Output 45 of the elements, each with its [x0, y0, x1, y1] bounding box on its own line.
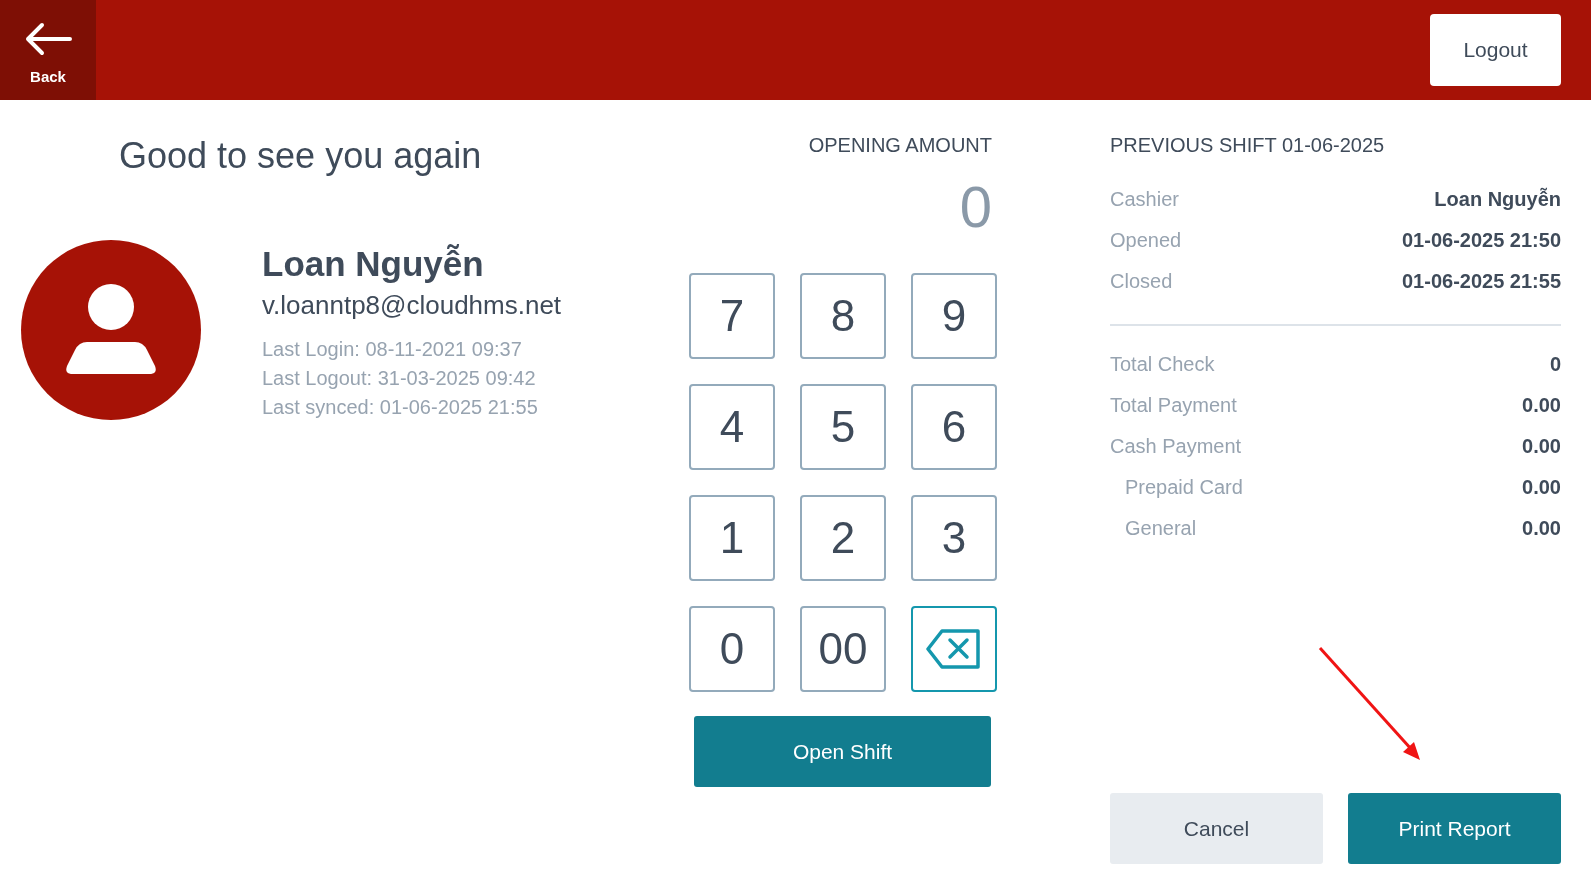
previous-shift-title: PREVIOUS SHIFT 01-06-2025 — [1110, 134, 1386, 157]
keypad-key[interactable]: 00 — [800, 606, 886, 692]
row-value: 01-06-2025 21:50 — [1402, 229, 1561, 252]
user-name: Loan Nguyễn — [262, 244, 485, 284]
keypad-key[interactable]: 4 — [689, 384, 775, 470]
row-label: Total Payment — [1110, 394, 1237, 417]
greeting-heading: Good to see you again — [119, 135, 483, 177]
login-detail: Last Logout: 31-03-2025 09:42 — [262, 366, 537, 391]
row-label: Prepaid Card — [1124, 476, 1243, 499]
user-email: v.loanntp8@cloudhms.net — [262, 290, 562, 321]
keypad-key[interactable]: 8 — [800, 273, 886, 359]
opening-amount-label: OPENING AMOUNT — [808, 134, 992, 157]
login-detail: Last Login: 08-11-2021 09:37 — [262, 337, 523, 362]
keypad-key[interactable]: 9 — [911, 273, 997, 359]
row-value: 0.00 — [1522, 435, 1561, 458]
cancel-button[interactable]: Cancel — [1110, 793, 1323, 864]
row-label: General — [1124, 517, 1197, 540]
row-value: 0 — [1549, 353, 1561, 376]
keypad-key[interactable]: 0 — [689, 606, 775, 692]
back-arrow-icon — [24, 21, 72, 56]
login-detail: Last synced: 01-06-2025 21:55 — [262, 395, 539, 420]
opening-amount-value: 0 — [959, 175, 992, 239]
keypad-key[interactable]: 7 — [689, 273, 775, 359]
logout-button[interactable]: Logout — [1430, 14, 1561, 86]
keypad-key[interactable]: 1 — [689, 495, 775, 581]
backspace-key[interactable] — [911, 606, 997, 692]
back-button[interactable]: Back — [0, 0, 96, 100]
backspace-icon — [926, 629, 982, 669]
print-report-button[interactable]: Print Report — [1348, 793, 1561, 864]
keypad-key[interactable]: 3 — [911, 495, 997, 581]
row-value: Loan Nguyễn — [1434, 188, 1561, 211]
keypad-key[interactable]: 6 — [911, 384, 997, 470]
row-label: Cashier — [1110, 188, 1179, 211]
keypad-key[interactable]: 2 — [800, 495, 886, 581]
row-value: 0.00 — [1522, 394, 1561, 417]
row-label: Closed — [1110, 270, 1173, 293]
row-label: Cash Payment — [1110, 435, 1242, 458]
keypad-key[interactable]: 5 — [800, 384, 886, 470]
row-value: 0.00 — [1522, 517, 1561, 540]
row-label: Total Check — [1110, 353, 1215, 376]
row-value: 01-06-2025 21:55 — [1402, 270, 1561, 293]
open-shift-button[interactable]: Open Shift — [694, 716, 991, 787]
avatar-icon — [21, 240, 201, 420]
row-label: Opened — [1110, 229, 1182, 252]
row-value: 0.00 — [1522, 476, 1561, 499]
